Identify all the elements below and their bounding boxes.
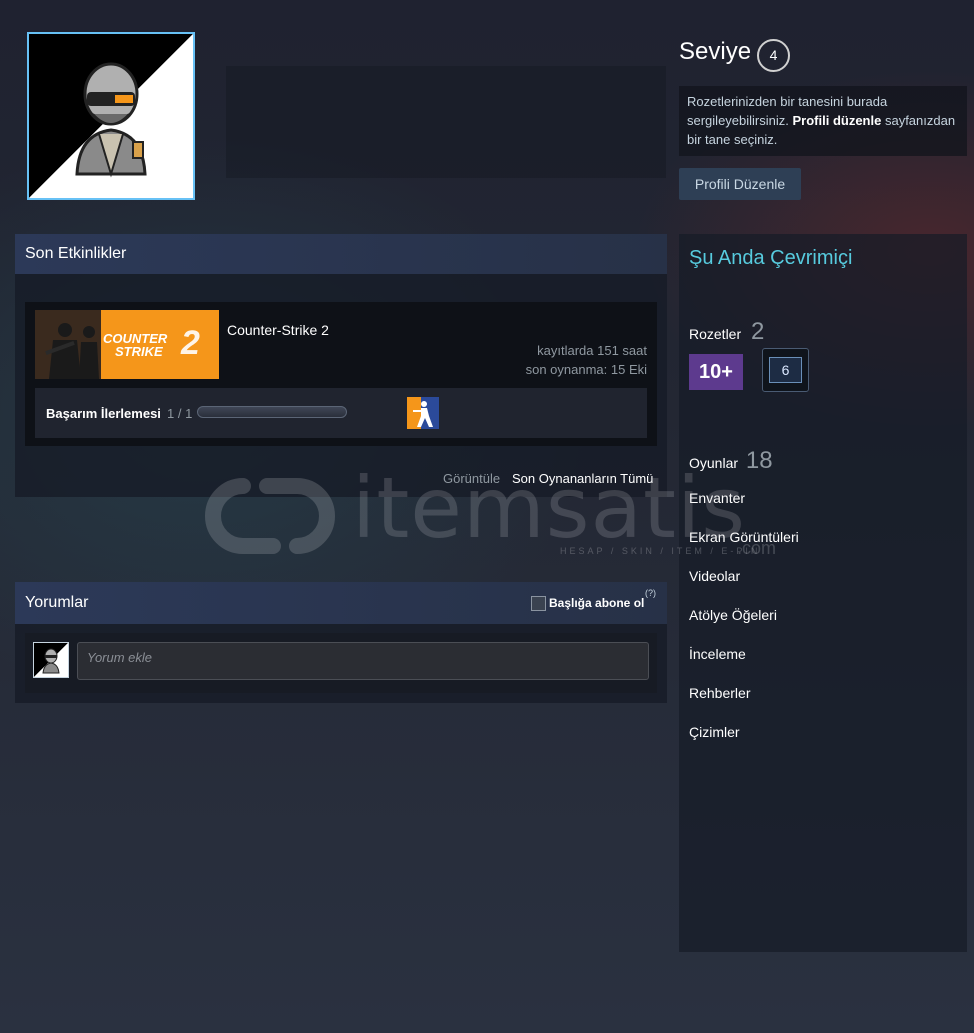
reviews-link[interactable]: İnceleme [689,646,746,662]
game-last-played: son oynanma: 15 Eki [525,362,647,377]
level-badge[interactable]: 4 [757,39,790,72]
help-icon[interactable]: (?) [645,588,656,598]
commenter-avatar [33,642,69,678]
achievement-label[interactable]: Başarım İlerlemesi [46,406,161,421]
badge-level-icon[interactable]: 6 [762,348,809,392]
badges-count: 2 [751,318,765,345]
game-name[interactable]: Counter-Strike 2 [227,322,329,338]
games-count: 18 [745,447,773,474]
online-status: Şu Anda Çevrimiçi [689,247,853,269]
name-area [226,66,666,178]
recent-activity-title: Son Etkinlikler [15,234,667,274]
watermark-com: .com [737,538,777,558]
game-capsule-image[interactable]: COUNTER STRIKE 2 [35,310,219,379]
capsule-number: 2 [181,324,200,362]
badge-years-icon[interactable]: 10+ [689,354,743,390]
watermark-text: itemsatis [352,459,747,557]
badge-hint-box: Rozetlerinizden bir tanesini burada serg… [679,86,967,156]
watermark-logo-icon [205,478,335,554]
capsule-text-2: STRIKE [115,344,163,359]
game-hours: kayıtlarda 151 saat [537,343,647,358]
artwork-link[interactable]: Çizimler [689,724,740,740]
guides-link[interactable]: Rehberler [689,685,750,701]
edit-profile-button[interactable]: Profili Düzenle [679,168,801,200]
videos-link[interactable]: Videolar [689,568,740,584]
profile-avatar[interactable] [27,32,195,200]
subscribe-checkbox[interactable] [531,596,546,611]
workshop-link[interactable]: Atölye Öğeleri [689,607,777,623]
achievement-progress-bar [197,406,347,418]
comment-input[interactable]: Yorum ekle [77,642,649,680]
achievement-count: 1 / 1 [167,406,193,421]
subscribe-label[interactable]: Başlığa abone ol [549,596,644,610]
achievement-icon[interactable] [407,397,439,429]
cs-achievement-icon [407,397,439,429]
badges-label[interactable]: Rozetler [689,326,741,342]
badges-link[interactable]: Rozetler 2 [689,318,764,346]
watermark-subtext: HESAP / SKIN / ITEM / E-PIN [560,546,761,556]
mini-avatar-image [34,643,68,677]
level-label: Seviye [679,38,752,65]
avatar-image [29,34,193,198]
edit-profile-link[interactable]: Profili düzenle [793,113,882,128]
badge-level-number: 6 [769,357,802,383]
